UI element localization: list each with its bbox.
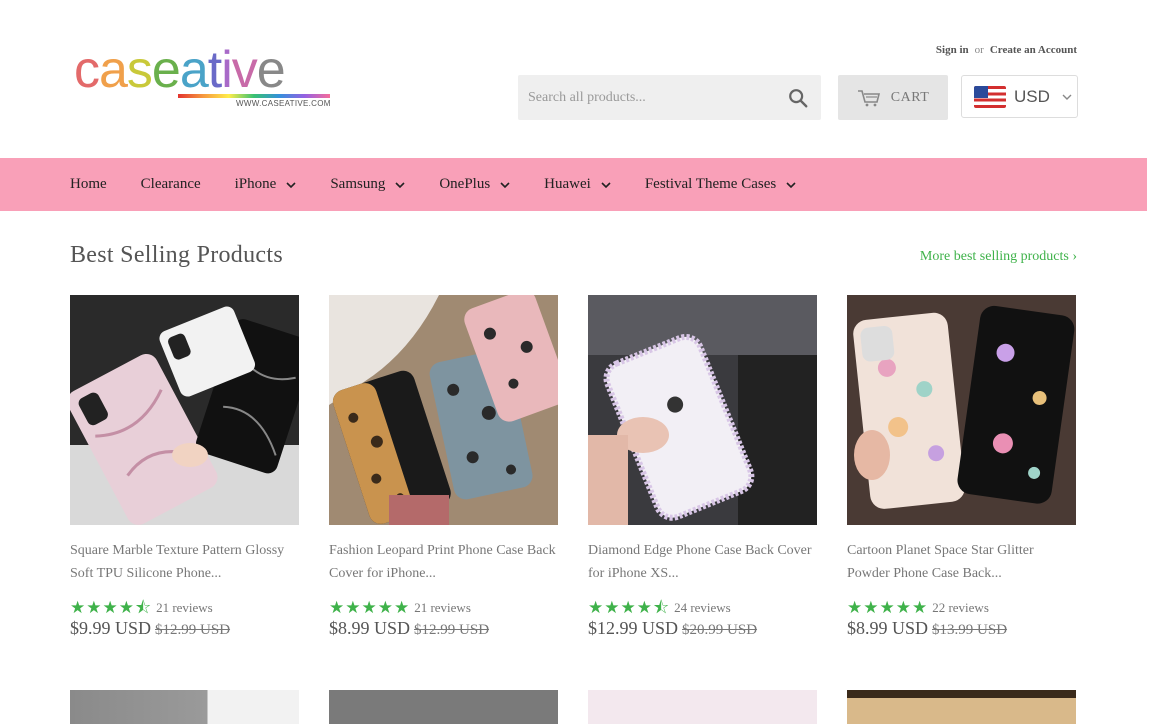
sale-price: $8.99 USD <box>847 618 929 638</box>
nav-item-oneplus[interactable]: OnePlus <box>439 176 510 193</box>
product-title[interactable]: Diamond Edge Phone Case Back Cover for i… <box>588 539 817 585</box>
product-image-planet-case[interactable] <box>847 295 1076 525</box>
product-card[interactable]: Square Marble Texture Pattern Glossy Sof… <box>70 295 299 639</box>
review-count: 21 reviews <box>414 599 471 615</box>
chevron-down-icon <box>1062 94 1072 100</box>
create-account-link[interactable]: Create an Account <box>990 44 1077 56</box>
cart-button[interactable]: CART <box>838 75 948 120</box>
search-input[interactable] <box>518 89 778 106</box>
more-best-selling-link[interactable]: More best selling products › <box>920 249 1077 265</box>
compare-price: $13.99 USD <box>932 622 1008 638</box>
product-price: $8.99 USD $13.99 USD <box>847 618 1076 639</box>
compare-price: $12.99 USD <box>155 622 231 638</box>
star-rating-icons: ★★★★⯪ <box>70 598 153 617</box>
nav-label: OnePlus <box>439 176 491 192</box>
review-count: 22 reviews <box>932 599 989 615</box>
chevron-down-icon <box>786 181 796 188</box>
product-card[interactable]: Diamond Edge Phone Case Back Cover for i… <box>588 295 817 639</box>
product-rating: ★★★★★ 22 reviews <box>847 599 1076 616</box>
product-rating: ★★★★⯪ 24 reviews <box>588 599 817 616</box>
product-rating: ★★★★⯪ 21 reviews <box>70 599 299 616</box>
nav-label: Huawei <box>544 176 591 192</box>
search-icon[interactable] <box>787 87 809 109</box>
us-flag-icon <box>974 85 1006 108</box>
product-image-partial[interactable] <box>70 690 299 724</box>
product-grid: Square Marble Texture Pattern Glossy Sof… <box>70 295 1076 639</box>
or-text: or <box>974 44 984 56</box>
product-rating: ★★★★★ 21 reviews <box>329 599 558 616</box>
nav-label: iPhone <box>234 176 277 192</box>
product-grid-row-2 <box>70 690 1076 724</box>
nav-item-festival-theme-cases[interactable]: Festival Theme Cases <box>645 176 796 193</box>
nav-item-clearance[interactable]: Clearance <box>141 176 201 193</box>
product-image-diamond-case[interactable] <box>588 295 817 525</box>
compare-price: $12.99 USD <box>414 622 490 638</box>
nav-label: Samsung <box>330 176 386 192</box>
section-title: Best Selling Products <box>70 242 283 268</box>
product-title[interactable]: Cartoon Planet Space Star Glitter Powder… <box>847 539 1076 585</box>
product-price: $12.99 USD $20.99 USD <box>588 618 817 639</box>
account-links: Sign in or Create an Account <box>936 44 1077 56</box>
currency-selector[interactable]: USD <box>961 75 1078 118</box>
product-image-partial[interactable] <box>329 690 558 724</box>
review-count: 24 reviews <box>674 599 731 615</box>
nav-label: Festival Theme Cases <box>644 176 777 192</box>
search-bar <box>518 75 821 120</box>
chevron-down-icon <box>601 181 611 188</box>
product-title[interactable]: Fashion Leopard Print Phone Case Back Co… <box>329 539 558 585</box>
sale-price: $8.99 USD <box>329 618 411 638</box>
product-card[interactable]: Fashion Leopard Print Phone Case Back Co… <box>329 295 558 639</box>
chevron-down-icon <box>395 181 405 188</box>
product-price: $8.99 USD $12.99 USD <box>329 618 558 639</box>
nav-item-home[interactable]: Home <box>70 176 107 193</box>
review-count: 21 reviews <box>156 599 213 615</box>
compare-price: $20.99 USD <box>682 622 758 638</box>
chevron-down-icon <box>286 181 296 188</box>
logo[interactable]: caseative WWW.CASEATIVE.COM <box>74 44 332 112</box>
nav-label: Clearance <box>140 176 201 192</box>
logo-rainbow-bar <box>178 94 330 98</box>
nav-label: Home <box>70 176 107 192</box>
cart-label: CART <box>890 89 930 105</box>
chevron-down-icon <box>500 181 510 188</box>
main-nav: Home Clearance iPhone Samsung OnePlus Hu… <box>0 158 1147 211</box>
star-rating-icons: ★★★★★ <box>847 598 929 617</box>
cart-icon <box>857 89 880 106</box>
product-image-leopard-case[interactable] <box>329 295 558 525</box>
product-image-partial[interactable] <box>847 690 1076 724</box>
product-image-marble-case[interactable] <box>70 295 299 525</box>
currency-label: USD <box>1014 86 1050 106</box>
product-card[interactable]: Cartoon Planet Space Star Glitter Powder… <box>847 295 1076 639</box>
nav-item-huawei[interactable]: Huawei <box>544 176 611 193</box>
product-title[interactable]: Square Marble Texture Pattern Glossy Sof… <box>70 539 299 585</box>
nav-item-samsung[interactable]: Samsung <box>330 176 405 193</box>
nav-item-iphone[interactable]: iPhone <box>235 176 297 193</box>
sign-in-link[interactable]: Sign in <box>936 44 969 56</box>
product-image-partial[interactable] <box>588 690 817 724</box>
sale-price: $12.99 USD <box>588 618 679 638</box>
star-rating-icons: ★★★★★ <box>329 598 411 617</box>
logo-text: caseative <box>74 41 286 99</box>
logo-url: WWW.CASEATIVE.COM <box>236 99 331 108</box>
sale-price: $9.99 USD <box>70 618 152 638</box>
product-price: $9.99 USD $12.99 USD <box>70 618 299 639</box>
star-rating-icons: ★★★★⯪ <box>588 598 671 617</box>
